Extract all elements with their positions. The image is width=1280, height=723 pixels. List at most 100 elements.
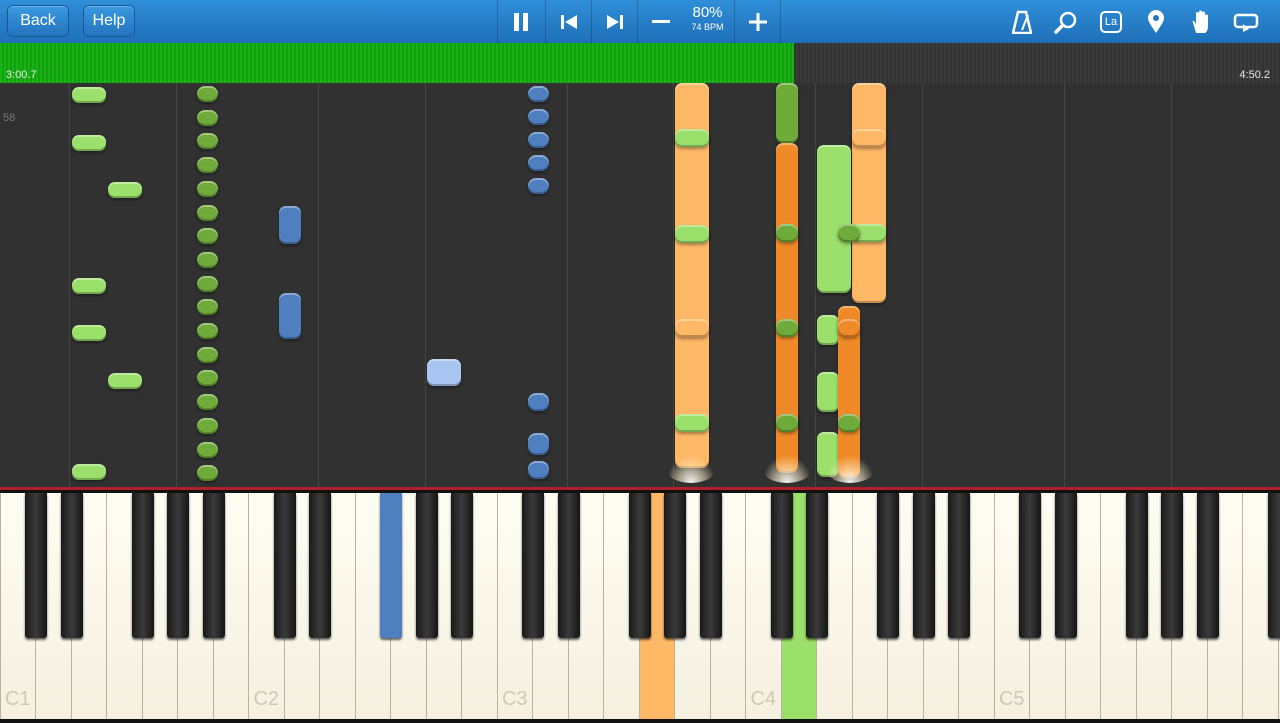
grid-line (673, 83, 674, 487)
hand-button[interactable] (1179, 0, 1223, 43)
black-key[interactable] (416, 493, 438, 638)
note (197, 418, 218, 434)
marker-icon (1147, 10, 1165, 34)
search-icon (1054, 10, 1078, 34)
plus-icon (749, 13, 767, 31)
note (528, 178, 549, 194)
note (72, 87, 106, 103)
note (776, 224, 798, 242)
slower-button[interactable] (637, 0, 683, 43)
note (776, 414, 798, 432)
black-key[interactable] (1161, 493, 1183, 638)
grid-line (176, 83, 177, 487)
black-key[interactable] (61, 493, 83, 638)
loop-icon (1233, 12, 1259, 32)
song-progress-bar[interactable]: 3:00.7 4:50.2 (0, 43, 1280, 83)
note (72, 325, 106, 341)
note-label-icon: La (1100, 11, 1122, 33)
octave-label: C5 (995, 688, 1030, 711)
loop-button[interactable] (1224, 0, 1268, 43)
note (197, 86, 218, 102)
hit-sparkle (762, 455, 812, 483)
marker-button[interactable] (1134, 0, 1178, 43)
note (675, 225, 709, 243)
hand-icon (1190, 10, 1212, 34)
black-key[interactable] (274, 493, 296, 638)
black-key[interactable] (948, 493, 970, 638)
black-key[interactable] (309, 493, 331, 638)
black-key[interactable] (1055, 493, 1077, 638)
black-key[interactable] (380, 493, 402, 638)
note (197, 323, 218, 339)
note (528, 433, 549, 455)
search-button[interactable] (1044, 0, 1088, 43)
piano-keyboard[interactable]: C1C2C3C4C5 (0, 487, 1280, 723)
note (197, 299, 218, 315)
grid-line (922, 83, 923, 487)
octave-label: C1 (1, 688, 36, 711)
note (427, 359, 461, 386)
skip-back-button[interactable] (545, 0, 591, 43)
note (838, 224, 860, 242)
black-key[interactable] (877, 493, 899, 638)
note (197, 465, 218, 481)
note (197, 347, 218, 363)
note (197, 133, 218, 149)
faster-button[interactable] (734, 0, 781, 43)
skip-forward-button[interactable] (591, 0, 637, 43)
black-key[interactable] (806, 493, 828, 638)
black-key[interactable] (913, 493, 935, 638)
grid-line (425, 83, 426, 487)
grid-line (567, 83, 568, 487)
elapsed-time: 3:00.7 (6, 69, 37, 81)
note (197, 370, 218, 386)
note (197, 205, 218, 221)
grid-line (69, 83, 70, 487)
black-key[interactable] (664, 493, 686, 638)
skip-back-icon (561, 15, 577, 29)
metronome-button[interactable] (1000, 0, 1044, 43)
black-key[interactable] (25, 493, 47, 638)
note (108, 182, 142, 198)
grid-line (1171, 83, 1172, 487)
note (817, 372, 839, 412)
octave-label: C3 (498, 688, 533, 711)
black-key[interactable] (1268, 493, 1280, 638)
note (197, 394, 218, 410)
total-time: 4:50.2 (1239, 69, 1270, 81)
speed-bpm: 74 BPM (680, 21, 735, 33)
note (776, 319, 798, 337)
help-button[interactable]: Help (84, 6, 134, 36)
black-key[interactable] (1019, 493, 1041, 638)
black-key[interactable] (132, 493, 154, 638)
note (528, 393, 549, 411)
toolbar: Back Help 80% 74 BPM La (0, 0, 1280, 43)
note (197, 252, 218, 268)
note (197, 442, 218, 458)
progress-fill (0, 43, 794, 83)
black-key[interactable] (451, 493, 473, 638)
black-key[interactable] (700, 493, 722, 638)
hit-sparkle (825, 455, 875, 483)
pause-button[interactable] (497, 0, 543, 43)
note (528, 109, 549, 125)
pause-icon (513, 13, 529, 31)
note (72, 278, 106, 294)
note (197, 157, 218, 173)
back-button[interactable]: Back (8, 6, 68, 36)
black-key[interactable] (771, 493, 793, 638)
black-key[interactable] (167, 493, 189, 638)
note-label-button[interactable]: La (1089, 0, 1133, 43)
black-key[interactable] (522, 493, 544, 638)
note (108, 373, 142, 389)
black-key[interactable] (558, 493, 580, 638)
note (528, 461, 549, 479)
note (852, 83, 886, 303)
black-key[interactable] (629, 493, 651, 638)
note (72, 135, 106, 151)
black-key[interactable] (1197, 493, 1219, 638)
note (817, 315, 839, 345)
note (838, 414, 860, 432)
black-key[interactable] (203, 493, 225, 638)
black-key[interactable] (1126, 493, 1148, 638)
